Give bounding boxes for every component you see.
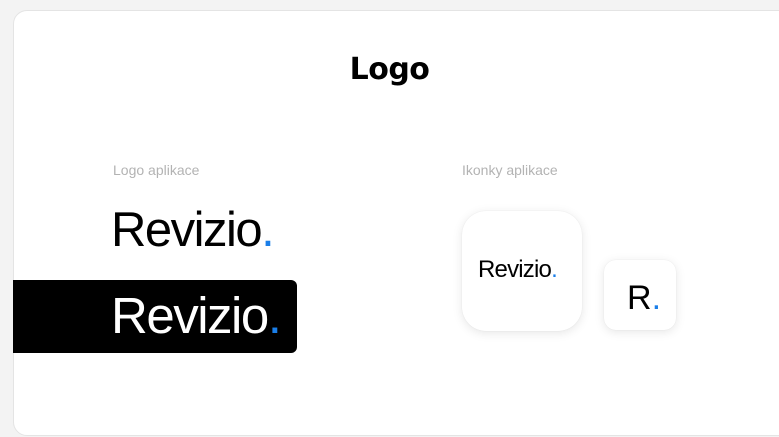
app-icon-small-mark: R. bbox=[627, 281, 661, 315]
page-title: Logo bbox=[349, 52, 430, 87]
icons-section-label: Ikonky aplikace bbox=[462, 162, 558, 178]
app-icon-small-text: R bbox=[627, 279, 652, 317]
logo-light-dot: . bbox=[261, 203, 275, 257]
app-icon-small-dot: . bbox=[651, 279, 662, 317]
logo-dark-wordmark: Revizio. bbox=[111, 290, 282, 341]
logo-light-wordmark: Revizio. bbox=[111, 206, 275, 255]
app-icon-large-wordmark: Revizio. bbox=[478, 258, 558, 282]
logo-dark-text: Revizio bbox=[111, 287, 269, 344]
logo-dark-dot: . bbox=[267, 287, 282, 344]
logo-section-label: Logo aplikace bbox=[113, 162, 200, 178]
app-icon-large-dot: . bbox=[551, 256, 558, 283]
page-canvas: Logo Logo aplikace Ikonky aplikace Reviz… bbox=[0, 0, 779, 437]
app-icon-large-text: Revizio bbox=[478, 256, 552, 283]
logo-light-text: Revizio bbox=[111, 203, 263, 257]
